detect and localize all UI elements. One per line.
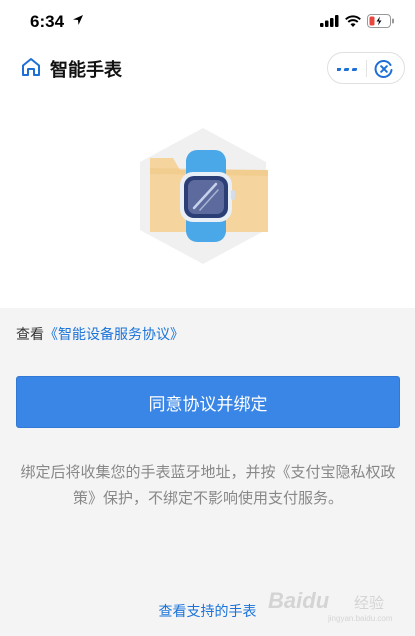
hero-section	[0, 92, 415, 308]
agreement-prefix: 查看	[16, 327, 44, 343]
page-title: 智能手表	[50, 60, 122, 81]
wifi-icon	[345, 15, 361, 27]
page: 6:34 智能手表 查看《智能设备服务协议》 同意协议并绑定 绑定后将收集您的手…	[0, 0, 415, 636]
nav-bar: 智能手表	[0, 44, 415, 92]
battery-low-charging-icon	[367, 14, 394, 28]
agree-and-bind-button[interactable]: 同意协议并绑定	[16, 376, 400, 428]
capsule-divider	[366, 60, 367, 77]
more-options-icon[interactable]	[337, 62, 359, 76]
status-bar: 6:34	[0, 0, 415, 44]
cellular-signal-icon	[320, 15, 339, 27]
home-icon[interactable]	[20, 56, 42, 78]
smartwatch-illustration-icon	[140, 128, 268, 264]
agreement-line: 查看《智能设备服务协议》	[16, 324, 184, 344]
privacy-notice: 绑定后将收集您的手表蓝牙地址，并按《支付宝隐私权政策》保护，不绑定不影响使用支付…	[20, 463, 396, 507]
close-mini-program-icon[interactable]	[374, 59, 394, 79]
mini-program-capsule	[327, 52, 405, 84]
status-time: 6:34	[30, 12, 65, 31]
supported-watches-link[interactable]: 查看支持的手表	[0, 601, 415, 621]
service-agreement-link[interactable]: 《智能设备服务协议》	[44, 327, 184, 343]
location-arrow-icon	[73, 15, 83, 25]
agree-and-bind-label: 同意协议并绑定	[148, 394, 268, 415]
